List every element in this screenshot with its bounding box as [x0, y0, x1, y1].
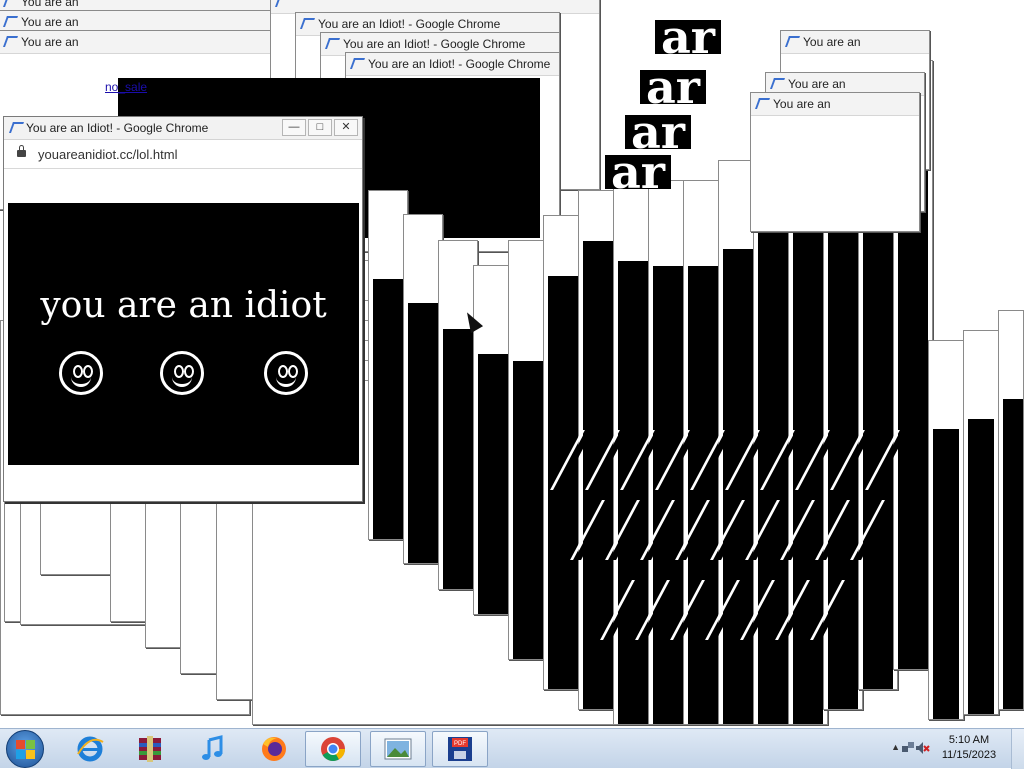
firefox-icon	[262, 737, 286, 761]
picture-icon	[384, 738, 412, 760]
pdf-floppy-icon: PDF	[448, 737, 472, 761]
chrome-favicon-icon	[324, 38, 341, 49]
taskbar-firefox[interactable]	[246, 731, 302, 767]
volume-muted-icon[interactable]	[916, 741, 930, 754]
window-title: You are an Idiot! - Google Chrome	[343, 37, 526, 51]
page-message: you are an idiot	[40, 285, 327, 326]
chrome-favicon-icon	[2, 0, 19, 7]
archive-icon	[139, 736, 161, 762]
taskbar-itunes[interactable]	[184, 731, 240, 767]
popup-window-stacked[interactable]	[508, 240, 548, 660]
system-clock[interactable]: 5:10 AM 11/15/2023	[934, 733, 1004, 763]
taskbar-chrome[interactable]	[305, 731, 361, 767]
window-title: You are an	[773, 97, 831, 111]
chrome-favicon-icon	[274, 0, 291, 7]
popup-window-stacked[interactable]	[928, 340, 964, 720]
close-button[interactable]: ✕	[334, 119, 358, 136]
chrome-favicon-icon	[784, 36, 801, 47]
page-link[interactable]: no_sale	[105, 80, 147, 94]
taskbar-pdf-save[interactable]: PDF	[432, 731, 488, 767]
smiley-icon	[264, 351, 308, 395]
window-title: You are an	[21, 35, 79, 49]
chrome-favicon-icon	[2, 36, 19, 47]
page-content: you are an idiot	[8, 203, 359, 465]
window-title: You are an	[788, 77, 846, 91]
lock-icon	[17, 145, 26, 157]
chrome-favicon-icon	[299, 18, 316, 29]
desktop: You are an You are an You are an You are…	[0, 0, 1024, 730]
chrome-favicon-icon	[2, 16, 19, 27]
show-hidden-icons-button[interactable]: ▲	[891, 742, 900, 752]
title-bar[interactable]: You are an Idiot! - Google Chrome — □ ✕	[4, 117, 362, 140]
chrome-favicon-icon	[349, 58, 366, 69]
minimize-button[interactable]: —	[282, 119, 306, 136]
music-note-icon	[202, 735, 223, 760]
chrome-icon	[321, 737, 345, 762]
window-title: You are an Idiot! - Google Chrome	[368, 57, 551, 71]
show-desktop-button[interactable]	[1011, 729, 1024, 769]
window-title: You are an	[21, 15, 79, 29]
popup-window-stacked[interactable]	[473, 265, 513, 615]
chrome-popup-window[interactable]: You are an Idiot! - Google Chrome — □ ✕ …	[3, 116, 363, 502]
page-text-fragment: ar	[625, 109, 692, 155]
page-text-fragment: ar	[655, 14, 722, 60]
address-bar[interactable]: youareanidiot.cc/lol.html	[4, 140, 362, 169]
ie-icon	[77, 736, 104, 762]
smiley-icon	[160, 351, 204, 395]
network-icon[interactable]	[902, 741, 914, 753]
chrome-favicon-icon	[8, 122, 25, 133]
taskbar-internet-explorer[interactable]	[62, 731, 118, 767]
window-title: You are an Idiot! - Google Chrome	[26, 121, 209, 135]
svg-text:PDF: PDF	[454, 741, 466, 747]
popup-window-stacked[interactable]	[998, 310, 1024, 710]
window-title: You are an	[21, 0, 79, 9]
page-text-fragment: ar	[605, 149, 672, 195]
clock-time: 5:10 AM	[948, 734, 990, 746]
popup-window-stacked[interactable]	[368, 190, 408, 540]
chrome-favicon-icon	[754, 98, 771, 109]
start-button[interactable]	[6, 730, 44, 768]
chrome-favicon-icon	[769, 78, 786, 89]
window-title: You are an Idiot! - Google Chrome	[318, 17, 501, 31]
windows-logo-icon	[16, 740, 25, 749]
popup-window-stacked[interactable]	[403, 214, 443, 564]
popup-window-stacked[interactable]: You are an	[750, 92, 920, 232]
smiley-icon	[59, 351, 103, 395]
maximize-button[interactable]: □	[308, 119, 332, 136]
popup-window-stacked[interactable]	[438, 240, 478, 590]
taskbar: PDF ▲ 5:10 AM 11/15/2023	[0, 728, 1024, 769]
clock-date: 11/15/2023	[941, 749, 997, 761]
taskbar-winrar[interactable]	[122, 731, 178, 767]
window-title: You are an	[803, 35, 861, 49]
popup-window-stacked[interactable]	[963, 330, 999, 715]
address-url[interactable]: youareanidiot.cc/lol.html	[38, 147, 177, 162]
page-text-fragment: ar	[640, 64, 707, 110]
taskbar-photo-viewer[interactable]	[370, 731, 426, 767]
